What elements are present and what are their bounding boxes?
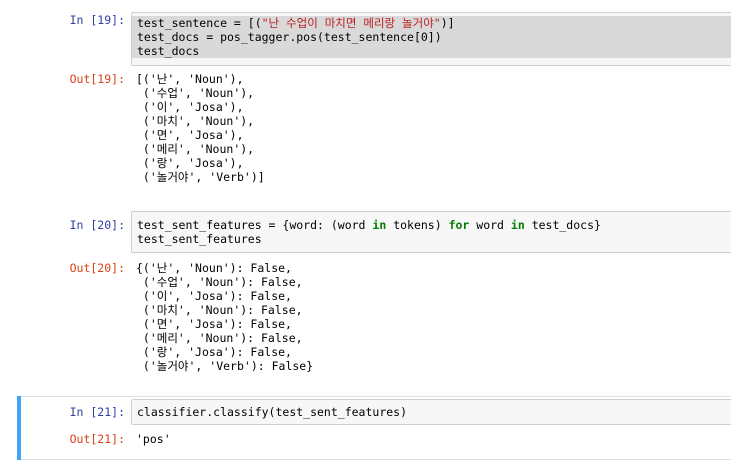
code-line: test_sent_features	[132, 232, 731, 246]
code-token: test_docs	[137, 44, 200, 58]
in-prompt-19: In [19]:	[69, 13, 125, 27]
output-line: ('놀거야', 'Verb'): False}	[136, 359, 314, 373]
output-line: ('놀거야', 'Verb')]	[136, 170, 265, 184]
output-line: ('면', 'Josa'),	[136, 128, 244, 142]
output-line: ('랑', 'Josa'),	[136, 156, 244, 170]
code-token: test_docs}	[524, 218, 601, 232]
code-input-20[interactable]: test_sent_features = {word: (word in tok…	[131, 211, 731, 253]
code-token: in	[510, 218, 525, 232]
code-line: test_sentence = [("난 수업이 마치면 메리랑 놀거야")]	[132, 16, 731, 30]
output-line: ('수업', 'Noun'): False,	[136, 275, 303, 289]
code-token: tokens)	[386, 218, 449, 232]
code-input-21[interactable]: classifier.classify(test_sent_features)	[131, 399, 731, 425]
code-token: classifier.classify(test_sent_features)	[137, 405, 408, 419]
in-prompt-20: In [20]:	[69, 218, 125, 232]
code-token: test_sentence = [(	[137, 16, 262, 30]
code-line: classifier.classify(test_sent_features)	[132, 405, 731, 419]
code-token: test_docs = pos_tagger.pos(test_sentence…	[137, 30, 442, 44]
code-token: )]	[440, 16, 455, 30]
output-line: 'pos'	[136, 432, 171, 446]
code-line: test_docs = pos_tagger.pos(test_sentence…	[132, 30, 731, 44]
notebook-cell-19[interactable]: In [19]: test_sentence = [("난 수업이 마치면 메리…	[17, 8, 731, 198]
output-19: [('난', 'Noun'), ('수업', 'Noun'), ('이', 'J…	[136, 72, 726, 184]
output-21: 'pos'	[136, 432, 726, 446]
out-prompt-19: Out[19]:	[69, 72, 125, 86]
output-20: {('난', 'Noun'): False, ('수업', 'Noun'): F…	[136, 261, 726, 373]
code-token: test_sent_features = {word: (word	[137, 218, 373, 232]
out-prompt-21: Out[21]:	[69, 432, 125, 446]
notebook-cell-21[interactable]: In [21]: classifier.classify(test_sent_f…	[17, 396, 731, 460]
out-prompt-20: Out[20]:	[69, 261, 125, 275]
code-token: for	[448, 218, 470, 232]
output-line: ('메리', 'Noun'): False,	[136, 331, 303, 345]
output-line: ('수업', 'Noun'),	[136, 86, 255, 100]
code-line: test_docs	[132, 44, 731, 58]
output-line: ('면', 'Josa'): False,	[136, 317, 292, 331]
notebook-cell-20[interactable]: In [20]: test_sent_features = {word: (wo…	[17, 208, 731, 388]
output-line: ('메리', 'Noun'),	[136, 142, 255, 156]
code-token: word	[469, 218, 511, 232]
code-token: test_sent_features	[137, 232, 262, 246]
output-line: ('이', 'Josa'),	[136, 100, 244, 114]
output-line: {('난', 'Noun'): False,	[136, 261, 292, 275]
code-token: in	[372, 218, 387, 232]
output-line: ('이', 'Josa'): False,	[136, 289, 292, 303]
code-token: "난 수업이 마치면 메리랑 놀거야"	[261, 16, 441, 30]
code-line: test_sent_features = {word: (word in tok…	[132, 218, 731, 232]
code-input-19[interactable]: test_sentence = [("난 수업이 마치면 메리랑 놀거야")] …	[131, 12, 731, 66]
in-prompt-21: In [21]:	[69, 405, 125, 419]
output-line: ('마치', 'Noun'),	[136, 114, 255, 128]
output-line: ('랑', 'Josa'): False,	[136, 345, 292, 359]
output-line: ('마치', 'Noun'): False,	[136, 303, 303, 317]
output-line: [('난', 'Noun'),	[136, 72, 244, 86]
